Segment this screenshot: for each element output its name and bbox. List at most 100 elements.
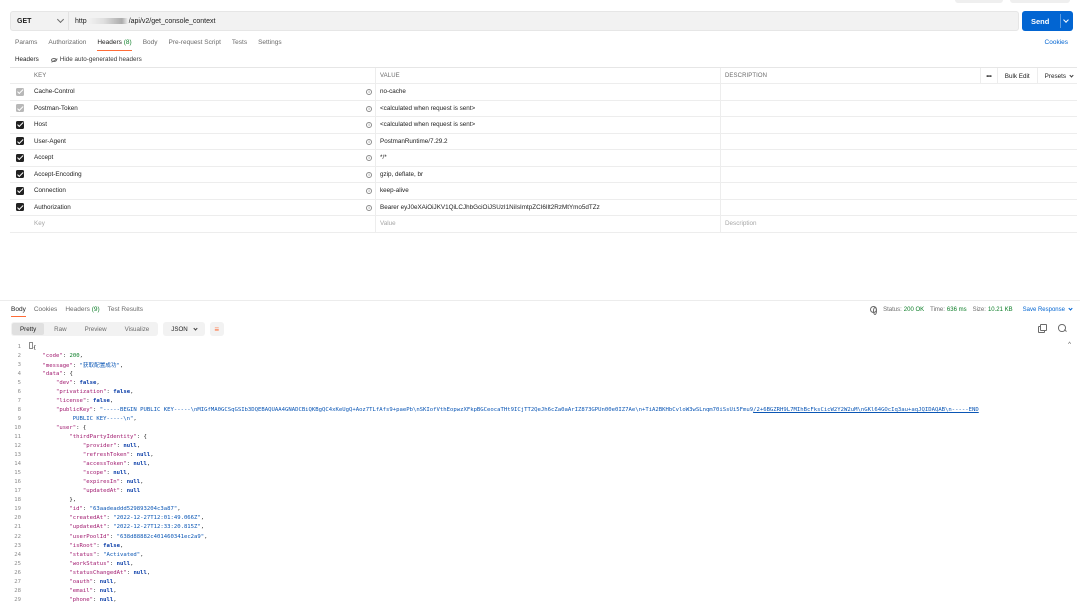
status-value[interactable]: 200 OK — [904, 307, 924, 313]
header-description[interactable] — [721, 183, 1077, 199]
size-value[interactable]: 10.21 KB — [988, 307, 1013, 313]
header-description[interactable] — [721, 167, 1077, 183]
code-token: : { — [62, 370, 73, 377]
header-value[interactable]: gzip, deflate, br — [376, 166, 721, 182]
checkbox-icon[interactable] — [16, 87, 24, 96]
globe-icon[interactable] — [870, 306, 878, 315]
header-key[interactable]: Cache-Control i — [30, 84, 376, 100]
code-token: , — [79, 352, 83, 359]
code-token: : — [119, 479, 127, 486]
header-description[interactable] — [721, 84, 1077, 100]
info-icon[interactable]: i — [366, 122, 372, 128]
info-icon[interactable]: i — [366, 105, 372, 112]
copy-icon[interactable] — [1038, 324, 1047, 333]
code-line: 5 "dev": false, — [0, 378, 1080, 387]
toolbar-ghost-button[interactable] — [955, 0, 1003, 3]
response-tab-body[interactable]: Body — [11, 306, 26, 317]
header-key[interactable]: User-Agent i — [30, 133, 376, 149]
new-value-input[interactable]: Value — [376, 216, 721, 232]
view-preview[interactable]: Preview — [77, 323, 115, 335]
chevron-down-icon[interactable] — [1063, 17, 1069, 23]
response-body-code[interactable]: 1{2 "code": 200, 3 "message": "获取配置成功", 4 … — [0, 342, 1080, 602]
header-key[interactable]: Accept i — [30, 150, 376, 166]
header-enabled-checkbox[interactable] — [10, 134, 30, 150]
header-description[interactable] — [721, 200, 1077, 216]
header-key[interactable]: Connection i — [30, 183, 376, 199]
pane-divider[interactable] — [0, 300, 1080, 301]
header-description[interactable] — [721, 134, 1077, 150]
code-text: "provider": null, — [29, 443, 140, 449]
header-enabled-checkbox[interactable] — [10, 183, 30, 199]
header-value[interactable]: <calculated when request is sent> — [376, 100, 721, 116]
tab-tests[interactable]: Tests — [232, 39, 247, 51]
tab-authorization[interactable]: Authorization — [48, 39, 86, 51]
code-token: : — [119, 488, 127, 495]
view-visualize[interactable]: Visualize — [117, 323, 158, 335]
info-icon[interactable]: i — [366, 171, 372, 178]
header-description[interactable] — [721, 117, 1077, 133]
header-value[interactable]: <calculated when request is sent> — [376, 117, 721, 133]
hide-auto-headers-toggle[interactable]: Hide auto-generated headers — [50, 56, 142, 63]
checkbox-icon[interactable] — [16, 203, 24, 212]
search-icon[interactable] — [1058, 324, 1066, 332]
checkbox-icon[interactable] — [16, 186, 24, 195]
header-description[interactable] — [721, 101, 1077, 117]
info-icon[interactable]: i — [366, 155, 372, 161]
info-icon[interactable]: i — [366, 138, 372, 145]
checkbox-icon[interactable] — [16, 120, 24, 129]
info-icon[interactable]: i — [366, 89, 372, 95]
bulk-edit-button[interactable]: Bulk Edit — [998, 68, 1038, 84]
response-tab-test-results[interactable]: Test Results — [108, 306, 143, 317]
header-enabled-checkbox[interactable] — [10, 150, 30, 166]
presets-dropdown[interactable]: Presets — [1038, 68, 1074, 84]
line-number: 22 — [14, 533, 21, 540]
format-select[interactable]: JSON — [163, 322, 205, 336]
tab-settings[interactable]: Settings — [258, 39, 282, 51]
header-enabled-checkbox[interactable] — [10, 84, 30, 100]
header-value[interactable]: keep-alive — [376, 183, 721, 199]
wrap-lines-icon[interactable]: ≡ — [209, 322, 224, 336]
time-value[interactable]: 636 ms — [947, 307, 967, 313]
url-input[interactable]: http /api/v2/get_console_context — [75, 12, 215, 30]
tab-headers[interactable]: Headers (8) — [97, 39, 132, 51]
response-tab-headers[interactable]: Headers (9) — [65, 306, 99, 317]
view-pretty[interactable]: Pretty — [12, 323, 45, 335]
checkbox-icon[interactable] — [16, 170, 24, 179]
header-enabled-checkbox[interactable] — [10, 101, 30, 117]
tab-label: Settings — [258, 39, 282, 46]
tab-body[interactable]: Body — [143, 39, 158, 51]
scroll-up-icon[interactable]: ^ — [1068, 342, 1071, 348]
header-key[interactable]: Postman-Token i — [30, 100, 376, 116]
header-value[interactable]: Bearer eyJ0eXAiOiJKV1QiLCJhbGciOiJSUzI1N… — [376, 199, 721, 215]
view-raw[interactable]: Raw — [46, 323, 74, 335]
method-select[interactable]: GET — [11, 12, 69, 30]
info-icon[interactable]: i — [366, 204, 372, 211]
checkbox-icon[interactable] — [16, 104, 24, 113]
send-button[interactable]: Send — [1022, 11, 1073, 31]
header-description[interactable] — [721, 150, 1077, 166]
header-value[interactable]: */* — [376, 150, 721, 166]
checkbox-icon[interactable] — [16, 137, 24, 146]
header-key[interactable]: Accept-Encoding i — [30, 166, 376, 182]
new-description-input[interactable]: Description — [721, 216, 1077, 232]
header-key[interactable]: Authorization i — [30, 199, 376, 215]
header-key-text: Authorization — [34, 203, 71, 211]
response-tab-cookies[interactable]: Cookies — [34, 306, 57, 317]
header-enabled-checkbox[interactable] — [10, 167, 30, 183]
header-enabled-checkbox[interactable] — [10, 200, 30, 216]
cookies-link[interactable]: Cookies — [1045, 39, 1068, 46]
header-key[interactable]: Host i — [30, 117, 376, 133]
more-options-icon[interactable]: ••• — [979, 68, 998, 84]
header-value[interactable]: no-cache — [376, 84, 721, 100]
header-value[interactable]: PostmanRuntime/7.29.2 — [376, 133, 721, 149]
header-enabled-checkbox[interactable] — [10, 117, 30, 133]
tab-params[interactable]: Params — [15, 39, 37, 51]
new-key-input[interactable]: Key — [30, 216, 376, 232]
toolbar-ghost-button[interactable] — [1010, 0, 1070, 3]
tab-pre-request-script[interactable]: Pre-request Script — [169, 39, 221, 51]
checkbox-icon[interactable] — [16, 153, 24, 162]
save-response-button[interactable]: Save Response — [1023, 306, 1073, 313]
info-icon[interactable]: i — [366, 188, 372, 194]
